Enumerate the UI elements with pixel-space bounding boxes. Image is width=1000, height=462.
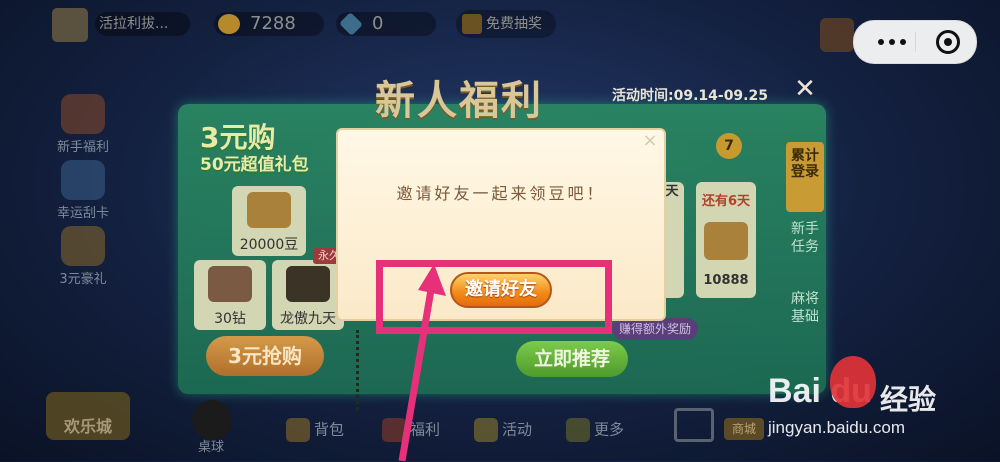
shop-badge: 商城 [724, 418, 764, 440]
day-card-7: 还有6天 10888 [696, 182, 756, 298]
diamond-bag-icon [208, 266, 252, 302]
day-reward-value: 10888 [703, 273, 749, 288]
more-menu-icon[interactable] [872, 31, 912, 53]
baidu-paw-icon [830, 356, 876, 408]
side-item-label: 幸运刮卡 [56, 206, 109, 221]
side-item-newbie[interactable]: 新手福利 [48, 94, 118, 155]
coin-count: 7288 [250, 13, 296, 34]
avatar[interactable] [52, 8, 88, 42]
reward-card-diamonds: 30钻 [194, 260, 266, 330]
username[interactable]: 活拉利拔... [95, 12, 190, 36]
nav-activity[interactable]: 活动 [474, 418, 532, 442]
capsule-divider [915, 32, 916, 52]
nav-bag[interactable]: 背包 [286, 418, 344, 442]
nav-label: 活动 [502, 420, 533, 439]
days-remaining: 还有6天 [701, 194, 751, 209]
shop-cart-icon[interactable] [674, 408, 714, 442]
tab-cumulative-login[interactable]: 累计登录 [786, 142, 824, 212]
side-item-scratch[interactable]: 幸运刮卡 [48, 160, 118, 221]
reward-label: 30钻 [214, 311, 246, 327]
dragon-frame-icon [286, 266, 330, 302]
close-icon[interactable]: ✕ [790, 74, 820, 104]
side-item-label: 3元豪礼 [59, 272, 107, 287]
lottery-icon [462, 14, 482, 34]
tab-newbie-task[interactable]: 新手任务 [790, 220, 820, 256]
gift-box-icon [61, 226, 105, 266]
recommend-button[interactable]: 立即推荐 [516, 341, 628, 377]
side-item-3yuan[interactable]: 3元豪礼 [48, 226, 118, 287]
nav-more[interactable]: 更多 [566, 418, 624, 442]
coin-icon [218, 14, 240, 34]
nav-label: 背包 [314, 420, 345, 439]
activity-icon [474, 418, 498, 442]
treasure-chest-icon [704, 222, 748, 260]
happy-city-button[interactable]: 欢乐城 [46, 392, 130, 440]
day-number-badge: 7 [716, 133, 742, 159]
nav-label: 更多 [594, 420, 625, 439]
buy-3yuan-button[interactable]: 3元抢购 [206, 336, 324, 376]
lottery-label: 免费抽奖 [486, 16, 542, 32]
watermark-url: jingyan.baidu.com [768, 418, 906, 437]
top-bar: 活拉利拔... 7288 0 免费抽奖 [0, 0, 1000, 52]
invite-message: 邀请好友一起来领豆吧！ [396, 184, 606, 203]
more-icon [566, 418, 590, 442]
exit-miniprogram-icon[interactable] [936, 30, 960, 54]
treasure-chest-icon [247, 192, 291, 228]
reward-card-dragon: 龙傲九天 [272, 260, 344, 330]
promo-subtitle: 50元超值礼包 [200, 155, 309, 175]
billiards-label: 桌球 [198, 440, 225, 455]
coin-balance[interactable]: 7288 [214, 12, 324, 36]
day-card-label: 天 [665, 184, 679, 199]
diamond-icon [339, 12, 363, 36]
activity-time: 活动时间:09.14-09.25 [612, 88, 768, 104]
miniprogram-capsule [853, 20, 977, 64]
side-item-label: 新手福利 [56, 140, 109, 155]
bag-icon [286, 418, 310, 442]
reward-label: 龙傲九天 [280, 311, 336, 327]
gem-count: 0 [372, 13, 384, 34]
newbie-gift-icon [61, 94, 105, 134]
pointer-arrow-icon [398, 264, 446, 461]
scratch-card-icon [61, 160, 105, 200]
popup-close-icon[interactable]: × [640, 131, 660, 151]
tab-mahjong-basics[interactable]: 麻将基础 [790, 290, 820, 326]
divider [356, 330, 361, 410]
dialog-title: 新人福利 [375, 78, 543, 124]
reward-card-beans: 20000豆 [232, 186, 306, 256]
gift-icon[interactable] [820, 18, 854, 52]
extra-reward-badge: 赚得额外奖励 [612, 318, 698, 340]
gem-balance[interactable]: 0 [336, 12, 436, 36]
jingyan-label: 经验 [880, 383, 937, 416]
free-lottery-button[interactable]: 免费抽奖 [456, 10, 556, 38]
billiards-icon[interactable] [192, 400, 232, 440]
reward-label: 20000豆 [239, 237, 299, 253]
